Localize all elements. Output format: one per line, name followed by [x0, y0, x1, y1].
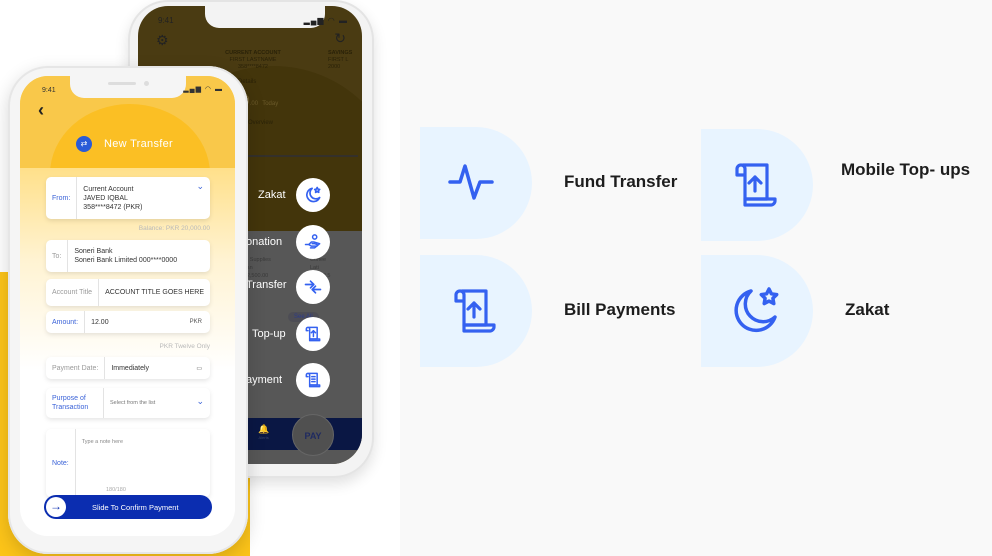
speaker	[107, 82, 136, 85]
quick-action-label-donation: onation	[246, 236, 283, 248]
quick-action-payment[interactable]	[296, 363, 330, 397]
calendar-icon[interactable]: ▭	[196, 365, 210, 372]
service-icon-background	[420, 127, 532, 239]
amount-value: 12.00	[91, 318, 109, 326]
quick-action-label-zakat: Zakat	[258, 189, 286, 201]
note-char-counter: 180/180	[106, 487, 126, 493]
account-name: FIRST L	[328, 57, 349, 63]
payment-date-value: Immediately	[111, 364, 150, 372]
service-mobile-topups[interactable]: Mobile Top- ups	[701, 129, 981, 241]
slide-to-confirm-button[interactable]: → Slide To Confirm Payment	[44, 495, 212, 519]
purpose-placeholder: Select from the list	[110, 399, 156, 406]
pay-button[interactable]: PAY	[292, 414, 334, 456]
service-zakat[interactable]: Zakat	[701, 255, 981, 367]
service-label: Fund Transfer	[564, 172, 678, 191]
service-icon-background	[701, 255, 813, 367]
transfer-arrows-icon	[304, 280, 322, 294]
status-icons: ▂▄▆ ◠ ▬	[183, 86, 223, 93]
account-card-secondary[interactable]: SAVINGS FIRST L 2000	[328, 50, 362, 71]
quick-action-label-payment: ayment	[246, 374, 283, 386]
refresh-icon[interactable]: ↻	[334, 30, 346, 47]
amount-in-words: PKR Twelve Only	[159, 343, 210, 350]
from-account-name: JAVED IQBAL	[83, 194, 128, 202]
quick-action-transfer[interactable]	[296, 270, 330, 304]
quick-action-donation[interactable]	[296, 225, 330, 259]
from-label: From:	[46, 177, 78, 219]
purpose-select[interactable]: Purpose of Transaction Select from the l…	[46, 388, 210, 418]
from-account-number: 358****8472 (PKR)	[83, 203, 143, 211]
moon-star-icon	[734, 287, 779, 333]
note-placeholder: Type a note here	[81, 439, 124, 445]
back-status-icons: ▂▄▆ ◠ ▬	[303, 16, 348, 25]
camera	[143, 81, 149, 86]
alerts-label: Alerts	[258, 435, 269, 440]
service-label: Mobile Top- ups	[841, 160, 971, 179]
status-time: 9:41	[42, 87, 56, 94]
service-icon-background	[420, 255, 532, 367]
arrow-right-icon[interactable]: →	[46, 497, 66, 517]
service-fund-transfer[interactable]: Fund Transfer	[420, 127, 700, 239]
quick-action-topup[interactable]	[296, 317, 330, 351]
to-label: To:	[46, 240, 69, 272]
amount-label: Amount:	[46, 311, 86, 333]
to-account-field[interactable]: To: Soneri Bank Soneri Bank Limited 000*…	[46, 240, 210, 272]
topup-scroll-icon	[305, 326, 321, 342]
note-textarea[interactable]: Note: Type a note here 180/180	[46, 429, 210, 497]
front-phone-notch	[69, 76, 186, 98]
chevron-down-icon: ⌄	[196, 396, 204, 406]
donation-hand-icon	[304, 234, 321, 249]
account-title-field[interactable]: Account Title ACCOUNT TITLE GOES HERE	[46, 279, 210, 306]
account-type: SAVINGS	[328, 50, 353, 56]
purpose-label: Purpose of Transaction	[46, 388, 104, 418]
back-arrow-icon[interactable]: ‹	[38, 100, 44, 121]
amount-suffix: Today	[262, 101, 279, 107]
account-number: 2000	[328, 64, 341, 70]
app-showcase: 9:41 ▂▄▆ ◠ ▬ ⚙ ↻ CURRENT ACCOUNT FIRST L…	[0, 0, 400, 556]
account-title-value: ACCOUNT TITLE GOES HERE	[105, 289, 205, 296]
back-status-time: 9:41	[158, 16, 174, 25]
payment-date-field[interactable]: Payment Date: Immediately ▭	[46, 357, 210, 379]
from-account-type: Current Account	[83, 185, 134, 193]
page-title: New Transfer	[104, 138, 174, 150]
gear-icon[interactable]: ⚙	[156, 32, 169, 49]
service-label: Zakat	[845, 300, 890, 319]
account-type: CURRENT ACCOUNT	[225, 50, 281, 56]
account-title-label: Account Title	[46, 279, 100, 306]
bell-icon[interactable]: 🔔 Alerts	[258, 424, 269, 440]
from-value: Current Account JAVED IQBAL 358****8472 …	[77, 185, 210, 212]
service-bill-payments[interactable]: Bill Payments	[420, 255, 700, 367]
bill-scroll-icon	[305, 372, 321, 388]
quick-action-label-transfer: Transfer	[246, 279, 287, 291]
to-bank-name: Soneri Bank	[74, 248, 113, 255]
payment-date-label: Payment Date:	[46, 357, 106, 379]
from-account-select[interactable]: From: Current Account JAVED IQBAL 358***…	[46, 177, 210, 219]
topup-scroll-icon	[735, 163, 777, 207]
transfer-icon: ⇄	[76, 136, 92, 152]
balance-text: Balance: PKR 20,000.00	[138, 225, 210, 232]
to-value: Soneri Bank Soneri Bank Limited 000****0…	[68, 247, 210, 265]
slide-button-label: Slide To Confirm Payment	[92, 502, 179, 512]
service-icon-background	[701, 129, 813, 241]
service-label: Bill Payments	[564, 300, 676, 319]
pulse-icon	[448, 164, 494, 200]
bill-scroll-icon	[454, 289, 496, 333]
amount-decimal: .00	[249, 101, 259, 107]
quick-action-zakat[interactable]	[296, 178, 330, 212]
amount-input[interactable]: Amount: 12.00 PKR	[46, 311, 210, 333]
to-account-number: Soneri Bank Limited 000****0000	[74, 257, 178, 264]
moon-star-icon	[306, 186, 321, 203]
account-name: FIRST LASTNAME	[229, 57, 277, 63]
quick-action-label-topup: Top-up	[252, 328, 286, 340]
amount-currency: PKR	[189, 319, 202, 325]
chevron-down-icon: ⌄	[196, 181, 204, 191]
services-panel: Fund Transfer Mobile Top- ups Bill Payme…	[400, 0, 992, 556]
note-label: Note:	[46, 429, 76, 497]
